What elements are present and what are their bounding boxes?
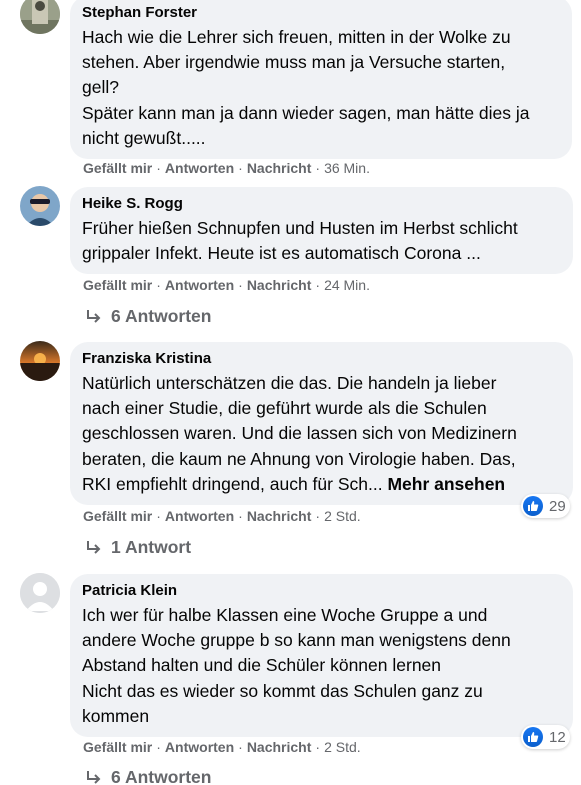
comment-actions: Gefällt mir · Antworten · Nachricht · 24 Min.: [83, 276, 370, 294]
reply-action[interactable]: Antworten: [165, 739, 234, 755]
comment-timestamp[interactable]: 36 Min.: [324, 160, 370, 176]
comment-author[interactable]: Franziska Kristina: [82, 349, 561, 369]
comment-timestamp[interactable]: 2 Std.: [324, 739, 361, 755]
separator: ·: [238, 739, 243, 755]
separator: ·: [156, 739, 161, 755]
avatar[interactable]: [20, 573, 60, 613]
comment-author[interactable]: Stephan Forster: [82, 3, 560, 23]
avatar-photo: [20, 341, 60, 381]
reply-arrow-icon: [87, 309, 101, 323]
view-replies-link[interactable]: 1 Antwort: [85, 537, 191, 558]
comment-text: Hach wie die Lehrer sich freuen, mitten …: [82, 27, 530, 148]
reply-arrow-icon: [87, 770, 101, 784]
reaction-number: 29: [549, 497, 566, 515]
comment-actions: Gefällt mir · Antworten · Nachricht · 2 Std.: [83, 507, 361, 525]
like-action[interactable]: Gefällt mir: [83, 739, 152, 755]
separator: ·: [315, 277, 321, 293]
view-replies-link[interactable]: 6 Antworten: [85, 767, 211, 785]
separator: ·: [156, 508, 161, 524]
comment-bubble: Heike S. Rogg Früher hießen Schnupfen un…: [70, 187, 573, 275]
separator: ·: [238, 160, 243, 176]
reply-arrow-icon: [87, 540, 101, 554]
comment-timestamp[interactable]: 2 Std.: [324, 508, 361, 524]
comment-bubble: Patricia Klein Ich wer für halbe Klassen…: [70, 574, 573, 738]
view-replies-link[interactable]: 6 Antworten: [85, 306, 211, 327]
avatar-photo: [20, 186, 60, 226]
comment-timestamp[interactable]: 24 Min.: [324, 277, 370, 293]
comment-text: Ich wer für halbe Klassen eine Woche Gru…: [82, 605, 511, 726]
comment-actions: Gefällt mir · Antworten · Nachricht · 36 Min.: [83, 159, 370, 177]
reply-action[interactable]: Antworten: [165, 160, 234, 176]
comment-bubble: Franziska Kristina Natürlich unterschätz…: [70, 342, 573, 506]
message-action[interactable]: Nachricht: [247, 160, 312, 176]
see-more-link[interactable]: Mehr ansehen: [387, 474, 505, 494]
reply-action[interactable]: Antworten: [165, 508, 234, 524]
replies-count: 6 Antworten: [111, 306, 212, 326]
replies-count: 6 Antworten: [111, 767, 212, 785]
reply-action[interactable]: Antworten: [165, 277, 234, 293]
like-action[interactable]: Gefällt mir: [83, 508, 152, 524]
separator: ·: [238, 508, 243, 524]
avatar[interactable]: [20, 186, 60, 226]
like-action[interactable]: Gefällt mir: [83, 160, 152, 176]
message-action[interactable]: Nachricht: [247, 739, 312, 755]
avatar[interactable]: [20, 341, 60, 381]
avatar[interactable]: [20, 0, 60, 34]
comment-actions: Gefällt mir · Antworten · Nachricht · 2 Std.: [83, 738, 361, 756]
like-icon: [523, 496, 543, 516]
reaction-number: 12: [549, 728, 566, 746]
separator: ·: [238, 277, 243, 293]
comment-author[interactable]: Heike S. Rogg: [82, 194, 561, 214]
like-icon: [523, 727, 543, 747]
default-avatar-icon: [20, 573, 60, 613]
comment-bubble: Stephan Forster Hach wie die Lehrer sich…: [70, 0, 572, 160]
separator: ·: [315, 508, 321, 524]
avatar-photo: [20, 0, 60, 34]
comment-author[interactable]: Patricia Klein: [82, 581, 561, 601]
reaction-count[interactable]: 29: [521, 494, 570, 518]
message-action[interactable]: Nachricht: [247, 508, 312, 524]
separator: ·: [315, 160, 321, 176]
separator: ·: [156, 160, 161, 176]
like-action[interactable]: Gefällt mir: [83, 277, 152, 293]
replies-count: 1 Antwort: [111, 537, 192, 557]
separator: ·: [156, 277, 161, 293]
comment-text: Früher hießen Schnupfen und Husten im He…: [82, 218, 518, 264]
comment-text: Natürlich unterschätzen die das. Die han…: [82, 371, 561, 497]
reaction-count[interactable]: 12: [521, 725, 570, 749]
message-action[interactable]: Nachricht: [247, 277, 312, 293]
separator: ·: [315, 739, 321, 755]
